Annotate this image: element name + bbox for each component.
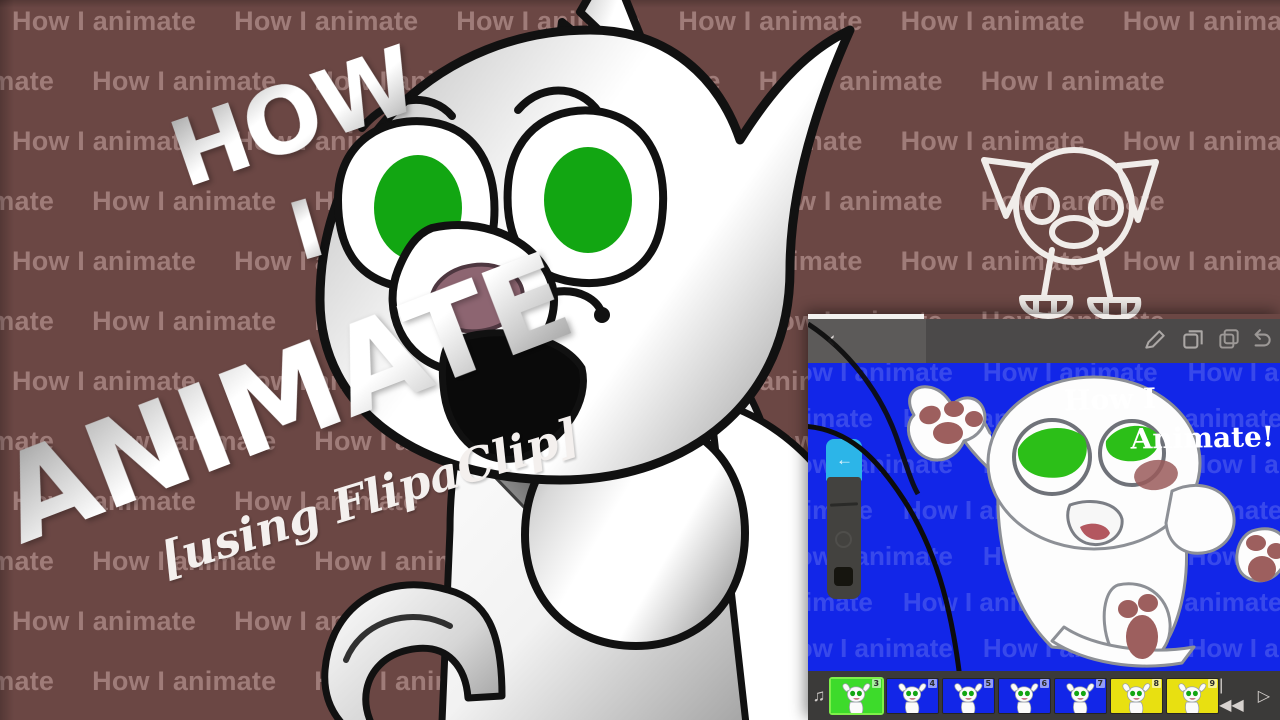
timeline-frame[interactable]: 9 — [1166, 677, 1220, 714]
undo-icon[interactable] — [1248, 327, 1274, 353]
copy-icon[interactable] — [1216, 327, 1242, 353]
canvas-text-line2: Animate! — [1130, 420, 1275, 456]
music-icon[interactable]: ♫ — [808, 686, 830, 706]
frame-number: 7 — [1095, 678, 1106, 688]
background-text: How I animate — [1122, 6, 1280, 36]
stylus-button[interactable] — [834, 567, 853, 586]
background-text: How I animate — [0, 186, 55, 216]
frame-number: 5 — [983, 678, 994, 688]
thumbnail-stage: How I animate How I animate How I animate H… — [0, 0, 1280, 720]
timeline-frame[interactable]: 3 — [829, 676, 885, 715]
frame-number: 4 — [927, 678, 938, 688]
flipaclip-app-panel[interactable]: ‹ How I animateHow I animateHow I animat… — [808, 314, 1280, 720]
skip-to-start-button[interactable]: |◀◀ — [1219, 677, 1244, 715]
timeline-frames[interactable]: 3 4 5 6 7 8 9 — [829, 676, 1220, 715]
frame-number: 6 — [1039, 678, 1050, 688]
pen-icon[interactable] — [1142, 327, 1168, 353]
timeline-frame[interactable]: 5 — [942, 677, 996, 714]
timeline-frame[interactable]: 6 — [998, 677, 1052, 714]
frame-number: 8 — [1151, 678, 1162, 688]
play-button[interactable]: ▷ — [1258, 686, 1270, 706]
background-text: How I animate — [0, 666, 55, 696]
frame-timeline[interactable]: ♫ 3 4 5 6 7 8 9 |◀◀ ▷ — [808, 671, 1280, 720]
layers-icon[interactable] — [1180, 327, 1206, 353]
timeline-frame[interactable]: 8 — [1110, 677, 1164, 714]
frame-number: 3 — [871, 678, 882, 688]
puppy-sketch — [981, 147, 1159, 321]
timeline-frame[interactable]: 7 — [1054, 677, 1108, 714]
app-drawing-canvas[interactable]: How I animateHow I animateHow I animateH… — [808, 363, 1280, 671]
app-toolbar: ‹ — [808, 319, 1280, 363]
playback-controls[interactable]: |◀◀ ▷ — [1219, 677, 1280, 715]
canvas-text-line1: How I — [1063, 381, 1157, 418]
stylus-pen-overlay[interactable]: ← — [826, 439, 862, 599]
background-text: How I animate — [0, 306, 55, 336]
timeline-frame[interactable]: 4 — [886, 677, 940, 714]
frame-number: 9 — [1207, 678, 1218, 688]
back-button[interactable]: ‹ — [826, 327, 848, 352]
canvas-handwritten-text: How I Animate! — [1063, 381, 1275, 456]
stylus-arrow-icon: ← — [836, 450, 853, 469]
stylus-ring — [835, 531, 852, 548]
background-text: How I animate — [0, 66, 55, 96]
